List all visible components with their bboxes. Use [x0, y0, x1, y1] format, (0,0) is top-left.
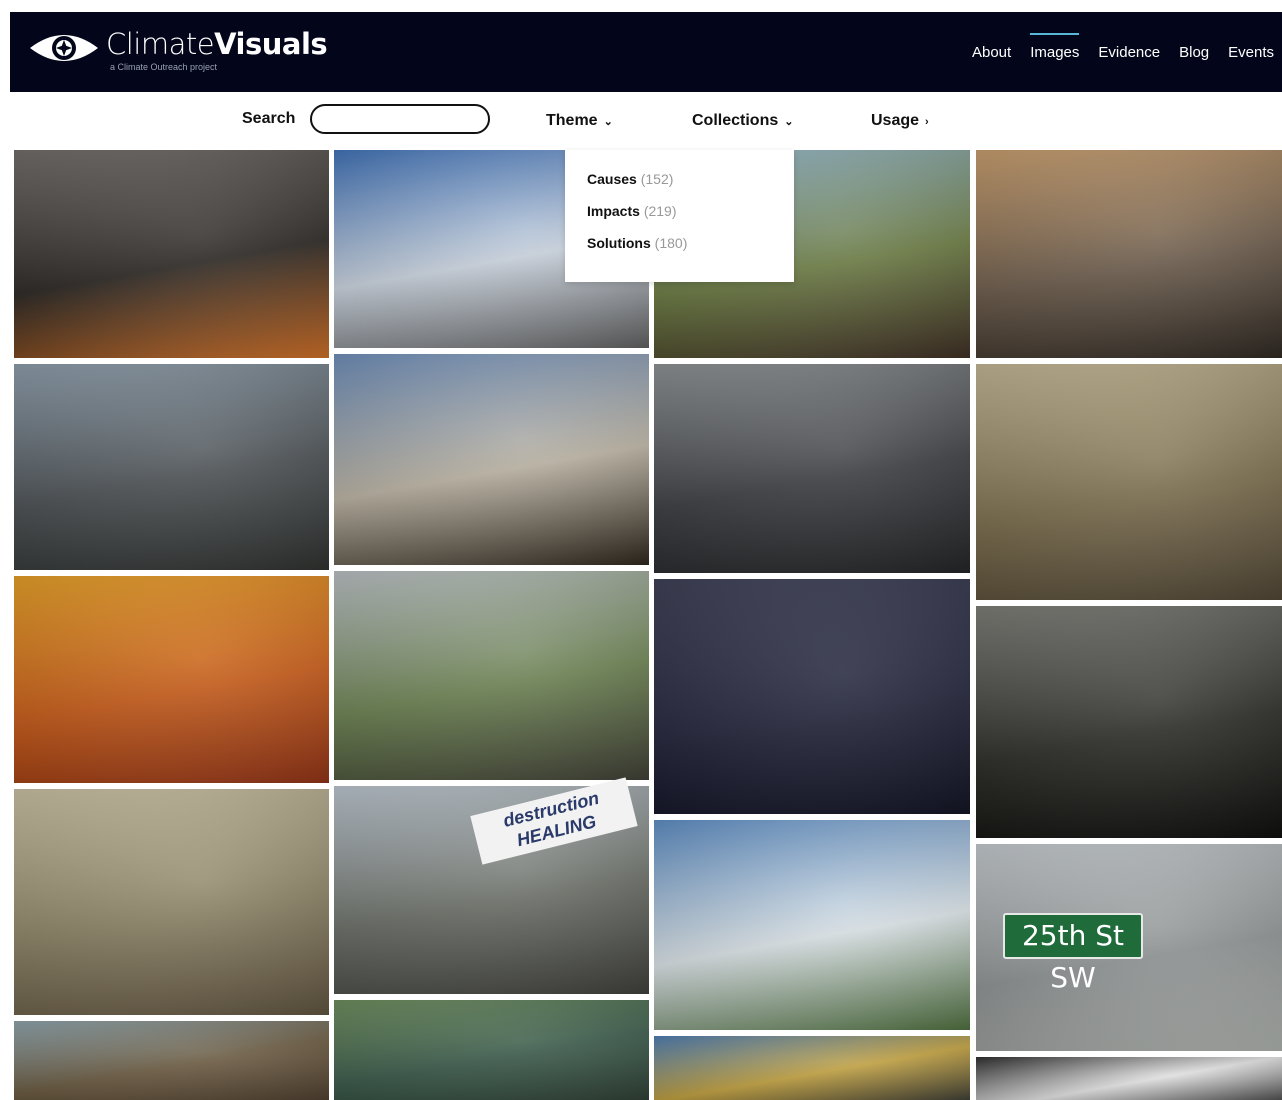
site-header: ClimateVisuals a Climate Outreach projec…	[10, 12, 1282, 92]
tile-glacier-photo[interactable]	[654, 820, 970, 1030]
collections-filter[interactable]: Collections ⌄	[692, 112, 793, 130]
photo-icon	[334, 571, 649, 780]
photo-icon	[654, 820, 970, 1030]
collections-filter-label: Collections	[692, 112, 779, 129]
chevron-down-icon: ⌄	[784, 116, 794, 128]
theme-filter-label: Theme	[546, 112, 598, 129]
tile-coal-mound[interactable]	[654, 579, 970, 814]
tile-solar-panel-mountains[interactable]	[14, 364, 329, 570]
tile-cracked-earth[interactable]	[14, 789, 329, 1015]
nav-images[interactable]: Images	[1030, 33, 1080, 61]
photo-icon	[976, 150, 1282, 358]
nav-about[interactable]: About	[972, 44, 1011, 61]
usage-link-label: Usage	[871, 112, 920, 129]
photo-icon	[976, 1057, 1282, 1100]
tile-bushfire-workers[interactable]	[14, 150, 329, 358]
chevron-right-icon: ›	[925, 116, 929, 128]
photo-icon	[14, 576, 329, 783]
nav-blog[interactable]: Blog	[1179, 44, 1209, 61]
filter-toolbar: Search Theme ⌄ Collections ⌄ Usage ›	[0, 92, 1282, 148]
tile-flooded-street-silhouettes[interactable]	[976, 606, 1282, 838]
search-input[interactable]	[310, 104, 490, 134]
brand-name-light: Climate	[106, 27, 215, 61]
nav-events[interactable]: Events	[1228, 44, 1274, 61]
street-sign: 25th St SW	[1003, 913, 1143, 994]
photo-icon	[14, 364, 329, 570]
brand: ClimateVisuals a Climate Outreach projec…	[106, 27, 328, 72]
photo-icon	[14, 789, 329, 1015]
brand-subtitle: a Climate Outreach project	[110, 62, 218, 72]
tile-flooded-building[interactable]	[14, 1021, 329, 1100]
tile-man-oily-hands[interactable]	[334, 571, 649, 780]
dropdown-item-label: Solutions	[587, 235, 651, 251]
tile-truck-driver[interactable]	[654, 364, 970, 573]
photo-icon	[334, 354, 649, 565]
tile-aerial-mining[interactable]	[976, 150, 1282, 358]
tile-aerial-plantation[interactable]	[976, 364, 1282, 600]
photo-icon	[654, 579, 970, 814]
dropdown-item-label: Impacts	[587, 203, 640, 219]
usage-link[interactable]: Usage ›	[871, 112, 929, 130]
tile-car-interior[interactable]	[976, 1057, 1282, 1100]
tile-bulldozer-protest[interactable]	[654, 1036, 970, 1100]
main-nav: About Images Evidence Blog Events	[972, 33, 1274, 61]
photo-icon	[654, 1036, 970, 1100]
logo[interactable]: ClimateVisuals a Climate Outreach projec…	[28, 27, 328, 72]
dropdown-item-causes[interactable]: Causes (152)	[587, 171, 673, 187]
photo-icon	[14, 150, 329, 358]
dropdown-item-label: Causes	[587, 171, 637, 187]
photo-icon	[334, 1000, 649, 1100]
dropdown-item-count: (180)	[654, 235, 688, 251]
tile-road-sign-water[interactable]	[334, 1000, 649, 1100]
photo-icon	[654, 364, 970, 573]
photo-icon	[14, 1021, 329, 1100]
tile-industrial-waste-pond[interactable]	[334, 354, 649, 565]
theme-filter[interactable]: Theme ⌄	[546, 112, 613, 130]
dropdown-item-count: (152)	[640, 171, 674, 187]
eye-logo-icon	[30, 35, 98, 61]
brand-name: ClimateVisuals	[106, 27, 328, 61]
photo-icon	[976, 364, 1282, 600]
tile-dust-storm[interactable]	[14, 576, 329, 783]
dropdown-item-solutions[interactable]: Solutions (180)	[587, 235, 687, 251]
dropdown-item-count: (219)	[643, 203, 677, 219]
search-label: Search	[242, 110, 296, 127]
brand-name-bold: Visuals	[214, 27, 328, 61]
dropdown-item-impacts[interactable]: Impacts (219)	[587, 203, 677, 219]
nav-evidence[interactable]: Evidence	[1098, 44, 1160, 61]
theme-dropdown-menu: Causes (152) Impacts (219) Solutions (18…	[565, 150, 794, 282]
photo-icon	[976, 606, 1282, 838]
chevron-down-icon: ⌄	[603, 116, 613, 128]
